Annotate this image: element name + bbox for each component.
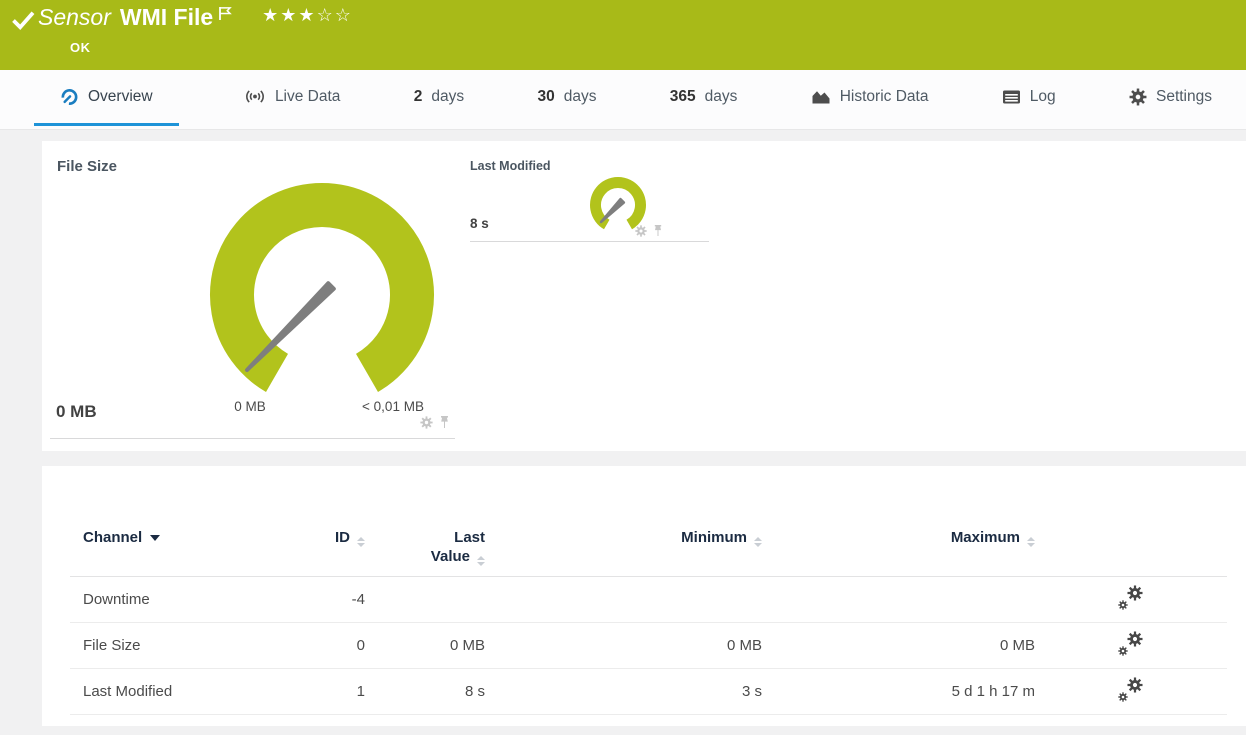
channel-name[interactable]: Downtime	[70, 591, 295, 608]
channel-maximum: 5 d 1 h 17 m	[951, 683, 1035, 700]
channel-last-value: 0 MB	[449, 637, 485, 654]
status-ok-check-icon	[12, 11, 35, 30]
channel-id: 0	[356, 637, 365, 654]
last-modified-current-value: 8 s	[470, 216, 489, 231]
sensor-kind-label: Sensor	[38, 4, 111, 30]
sensor-name: WMI File	[119, 4, 214, 30]
channel-settings-gears-icon[interactable]	[1118, 630, 1144, 657]
file-size-current-value: 0 MB	[56, 402, 97, 421]
sort-icon	[754, 537, 762, 547]
sort-icon	[477, 556, 485, 566]
file-size-scale-min: 0 MB	[234, 399, 266, 414]
file-size-gauge-title: File Size	[57, 158, 118, 175]
header-channel[interactable]: Channel	[70, 528, 295, 547]
table-row-file-size: File Size 0 0 MB 0 MB 0 MB	[70, 623, 1227, 669]
channel-settings-gears-icon[interactable]	[1118, 676, 1144, 703]
channel-table-panel: Channel ID Last Value Minimum Maximum Do…	[42, 466, 1246, 726]
tab-365-days[interactable]: 365 days	[662, 70, 746, 126]
gauge-needle	[599, 197, 626, 224]
channel-maximum: 0 MB	[999, 637, 1035, 654]
file-size-scale-max: < 0,01 MB	[362, 399, 424, 414]
gauges-panel: File Size 0 MB < 0,01 MB 0 MB Last Modif…	[42, 141, 1246, 451]
sort-icon	[1027, 537, 1035, 547]
tab-log[interactable]: Log	[994, 70, 1064, 126]
header-minimum[interactable]: Minimum	[485, 528, 762, 547]
channel-name[interactable]: Last Modified	[70, 683, 295, 700]
stars-filled: ★★★	[262, 5, 317, 25]
sensor-status-badge: OK	[70, 40, 91, 55]
tab-settings[interactable]: Settings	[1121, 70, 1220, 126]
tab-2-days[interactable]: 2 days	[406, 70, 472, 126]
area-chart-icon	[812, 91, 830, 104]
divider	[470, 241, 709, 242]
tab-live-data[interactable]: Live Data	[236, 70, 348, 126]
header-id[interactable]: ID	[295, 528, 365, 547]
table-row-last-modified: Last Modified 1 8 s 3 s 5 d 1 h 17 m	[70, 669, 1227, 715]
tab-30-days[interactable]: 30 days	[529, 70, 604, 126]
table-row-downtime: Downtime -4	[70, 577, 1227, 623]
tab-overview[interactable]: Overview	[34, 70, 179, 126]
gauge-icon	[61, 88, 78, 105]
gear-icon[interactable]	[635, 224, 647, 237]
priority-stars[interactable]: ★★★☆☆	[262, 5, 353, 26]
header-last-value[interactable]: Last Value	[365, 528, 485, 566]
channel-name[interactable]: File Size	[70, 637, 295, 654]
channel-minimum: 0 MB	[726, 637, 762, 654]
channel-minimum: 3 s	[741, 683, 762, 700]
stars-empty: ☆☆	[316, 5, 353, 25]
log-list-icon	[1002, 90, 1020, 103]
channel-table-header: Channel ID Last Value Minimum Maximum	[70, 466, 1227, 577]
channel-id: -4	[351, 591, 365, 608]
file-size-gauge[interactable]	[207, 180, 437, 395]
header-maximum[interactable]: Maximum	[762, 528, 1035, 547]
sensor-header: Sensor WMI File ★★★☆☆ OK	[0, 0, 1246, 70]
flag-icon[interactable]	[218, 6, 232, 21]
divider	[50, 438, 455, 439]
sort-icon	[357, 537, 365, 547]
last-modified-gauge-controls	[635, 224, 663, 237]
channel-settings-gears-icon[interactable]	[1118, 584, 1144, 611]
file-size-gauge-controls	[420, 415, 450, 429]
gear-icon[interactable]	[420, 415, 433, 429]
last-modified-gauge-title: Last Modified	[470, 159, 551, 173]
channel-table: Channel ID Last Value Minimum Maximum Do…	[70, 466, 1227, 715]
sensor-tabbar: Overview Live Data 2 days 30 days 365 da…	[0, 70, 1246, 130]
pin-icon[interactable]	[439, 415, 450, 429]
sort-caret-down-icon	[150, 535, 161, 541]
tab-historic-data[interactable]: Historic Data	[803, 70, 937, 126]
live-signal-icon	[245, 90, 264, 103]
channel-last-value: 8 s	[464, 683, 485, 700]
pin-icon[interactable]	[653, 224, 663, 237]
sensor-title-line: Sensor WMI File ★★★☆☆	[38, 4, 353, 31]
channel-id: 1	[356, 683, 365, 700]
gear-icon	[1128, 87, 1147, 106]
